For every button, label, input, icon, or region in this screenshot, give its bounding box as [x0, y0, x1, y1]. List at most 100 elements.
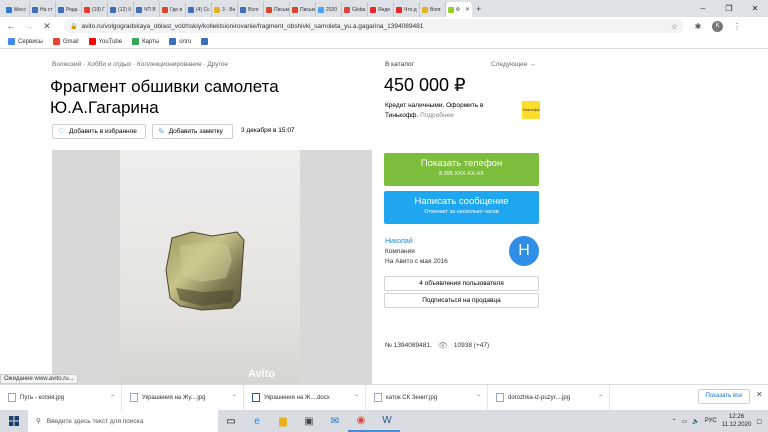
- clock[interactable]: 12:26 11.12.2020: [722, 413, 752, 429]
- bookmark-star-icon[interactable]: ☆: [671, 22, 678, 31]
- bookmark-youtube[interactable]: YouTube: [88, 38, 122, 45]
- user-ads-button[interactable]: 4 объявления пользователя: [384, 276, 539, 291]
- bookmark-label: Сервисы: [18, 38, 43, 45]
- browser-tab[interactable]: 2020: [316, 2, 342, 17]
- stop-loading-icon[interactable]: ✕: [42, 21, 52, 32]
- chevron-up-icon[interactable]: ⌃: [354, 394, 359, 401]
- tab-label: 3 · Вн: [222, 6, 236, 13]
- tab-label: Что д: [404, 6, 417, 13]
- tab-favicon: [422, 6, 428, 13]
- new-tab-button[interactable]: +: [476, 2, 481, 17]
- show-phone-button[interactable]: Показать телефон 8 995 XXX-XX-XX: [384, 153, 539, 186]
- breadcrumb[interactable]: Волжский · Хобби и отдых · Коллекциониро…: [52, 61, 228, 68]
- extensions-icon[interactable]: ✱: [692, 22, 704, 31]
- chrome-icon[interactable]: ◉: [348, 410, 374, 432]
- tab-favicon: [292, 6, 298, 13]
- windows-start-icon[interactable]: [0, 410, 28, 432]
- edge-icon[interactable]: e: [244, 410, 270, 432]
- network-icon[interactable]: ▭: [682, 418, 688, 425]
- back-icon[interactable]: ←: [6, 21, 16, 31]
- credit-more-link[interactable]: Подробнее: [420, 112, 454, 119]
- add-note-button[interactable]: ✎ Добавить заметку: [152, 124, 233, 139]
- browser-tab[interactable]: Волг: [420, 2, 446, 17]
- bookmark-unnamed[interactable]: [201, 38, 209, 45]
- browser-tab[interactable]: ЧП В: [134, 2, 160, 17]
- task-view-icon[interactable]: ▭: [218, 410, 244, 432]
- apps-grid-icon: [8, 38, 15, 45]
- seller-type: Компания: [385, 248, 415, 255]
- bookmark-maps[interactable]: Карты: [132, 38, 159, 45]
- close-tab-icon[interactable]: ✕: [465, 6, 470, 13]
- word-icon[interactable]: W: [374, 410, 400, 432]
- close-downloads-icon[interactable]: ✕: [756, 390, 763, 399]
- tab-favicon: [396, 6, 402, 13]
- browser-tab[interactable]: Янде: [368, 2, 394, 17]
- write-message-button[interactable]: Написать сообщение Отвечает за несколько…: [384, 191, 539, 224]
- catalog-link[interactable]: В каталог: [385, 61, 414, 68]
- language-indicator[interactable]: РУС: [705, 418, 717, 424]
- browser-tab[interactable]: Письм: [264, 2, 290, 17]
- tab-label: Месс: [14, 6, 27, 13]
- chevron-up-icon[interactable]: ⌃: [672, 418, 677, 425]
- image-file-icon: [8, 393, 16, 402]
- browser-tab[interactable]: На ст: [30, 2, 56, 17]
- browser-tab[interactable]: (19) Г: [82, 2, 108, 17]
- browser-tab[interactable]: Реда: [56, 2, 82, 17]
- browser-tab[interactable]: Волг: [238, 2, 264, 17]
- forward-icon[interactable]: →: [24, 21, 34, 31]
- volume-icon[interactable]: 🔈: [692, 418, 699, 425]
- credit-offer: Кредит наличными. Оформить в Тинькофф. П…: [385, 101, 505, 121]
- taskbar-search-placeholder: Введите здесь текст для поиска: [46, 417, 144, 425]
- browser-tab-active[interactable]: Ф ✕: [446, 2, 472, 17]
- tab-favicon: [32, 6, 38, 13]
- browser-tab[interactable]: Месс: [4, 2, 30, 17]
- browser-tab[interactable]: (12) Il: [108, 2, 134, 17]
- bookmark-services[interactable]: Сервисы: [8, 38, 43, 45]
- download-item[interactable]: dorozhka-iz-puzyr....jpg ⌃: [488, 384, 610, 411]
- tab-favicon: [214, 6, 220, 13]
- browser-tab[interactable]: 3 · Вн: [212, 2, 238, 17]
- clock-date: 11.12.2020: [721, 422, 752, 428]
- bookmark-gmail[interactable]: Gmail: [52, 38, 79, 45]
- download-item[interactable]: Украшения на Жу....jpg ⌃: [122, 384, 244, 411]
- address-bar[interactable]: 🔒 avito.ru/volgogradskaya_oblast_volzhsk…: [64, 19, 684, 33]
- profile-avatar[interactable]: К: [712, 20, 723, 32]
- chevron-up-icon[interactable]: ⌃: [110, 394, 115, 401]
- close-window-icon[interactable]: ✕: [742, 0, 768, 17]
- chevron-up-icon[interactable]: ⌃: [232, 394, 237, 401]
- tab-label: На ст: [40, 6, 53, 13]
- file-explorer-icon[interactable]: ▆: [270, 410, 296, 432]
- mail-icon[interactable]: ✉: [322, 410, 348, 432]
- download-item[interactable]: каток СК Зенит.jpg ⌃: [366, 384, 488, 411]
- bookmark-olgo[interactable]: олго: [169, 38, 191, 45]
- download-item[interactable]: Украшения на Ж....docx ⌃: [244, 384, 366, 411]
- seller-avatar[interactable]: Н: [509, 236, 539, 266]
- minimize-icon[interactable]: –: [690, 0, 716, 17]
- store-icon[interactable]: ▣: [296, 410, 322, 432]
- chevron-up-icon[interactable]: ⌃: [476, 394, 481, 401]
- heart-icon: ♡: [58, 127, 66, 136]
- taskbar-search-input[interactable]: ⚲ Введите здесь текст для поиска: [28, 410, 218, 432]
- subscribe-seller-button[interactable]: Подписаться на продавца: [384, 293, 539, 308]
- menu-icon[interactable]: ⋮: [731, 22, 743, 31]
- maximize-icon[interactable]: ❐: [716, 0, 742, 17]
- show-all-downloads-button[interactable]: Показать все: [698, 389, 750, 404]
- add-to-favorites-button[interactable]: ♡ Добавить в избранное: [52, 124, 146, 139]
- response-time: Отвечает за несколько часов: [424, 209, 499, 215]
- listing-photo[interactable]: Avito: [52, 150, 372, 384]
- download-filename: каток СК Зенит.jpg: [386, 394, 438, 401]
- browser-tab[interactable]: Globa: [342, 2, 368, 17]
- download-item[interactable]: Путь - копия.jpg ⌃: [0, 384, 122, 411]
- browser-tab[interactable]: Где в: [160, 2, 186, 17]
- browser-tab[interactable]: Письм: [290, 2, 316, 17]
- browser-tab[interactable]: (4) Сс: [186, 2, 212, 17]
- tab-label: ЧП В: [144, 6, 156, 13]
- browser-tab[interactable]: Что д: [394, 2, 420, 17]
- lock-icon[interactable]: 🔒: [70, 23, 77, 30]
- notifications-icon[interactable]: ▢: [756, 418, 762, 425]
- chevron-up-icon[interactable]: ⌃: [598, 394, 603, 401]
- tinkoff-logo[interactable]: Тинькофф: [522, 101, 540, 119]
- seller-name-link[interactable]: Николай: [385, 238, 413, 245]
- next-listing-link[interactable]: Следующее →: [491, 61, 536, 68]
- url-text[interactable]: avito.ru/volgogradskaya_oblast_volzhskiy…: [81, 23, 666, 30]
